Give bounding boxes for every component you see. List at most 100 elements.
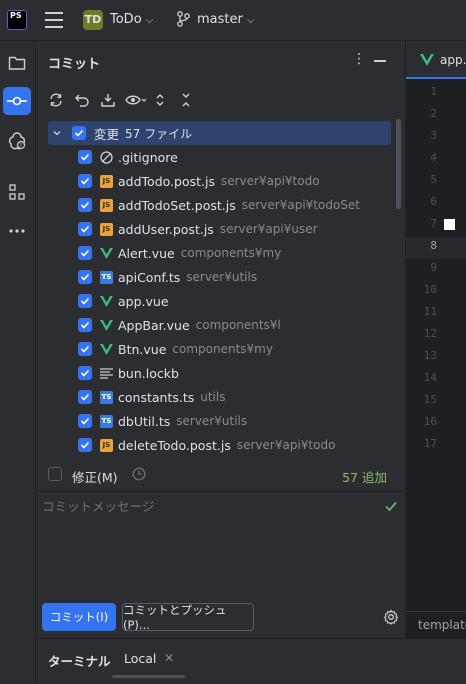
line-number: 12 [423, 327, 437, 340]
amend-row: 修正(M) 57 追加 [48, 465, 393, 485]
line-number: 4 [430, 151, 437, 164]
line-number: 17 [423, 437, 437, 450]
editor-area[interactable]: app. 1234567891011121314151617 template [405, 41, 466, 639]
project-switcher[interactable]: ToDo ⌵ [110, 12, 153, 27]
amend-label[interactable]: 修正(M) [72, 467, 118, 486]
file-row[interactable]: Btn.vue components¥my [48, 337, 391, 361]
project-icon[interactable] [3, 49, 31, 77]
file-row[interactable]: TS dbUtil.ts server¥utils [48, 409, 391, 433]
structure-icon[interactable] [3, 178, 31, 206]
file-path: server¥utils [186, 270, 258, 284]
terminal-tab-local[interactable]: Local [124, 651, 156, 666]
vue-icon [100, 247, 113, 260]
line-number: 15 [423, 393, 437, 406]
commit-and-push-button[interactable]: コミットとプッシュ(P)... [122, 603, 254, 632]
file-name: Btn.vue [118, 341, 167, 357]
changes-group[interactable]: 変更 57 ファイル [48, 121, 391, 145]
file-checkbox[interactable] [78, 294, 92, 308]
commit-message-input[interactable]: コミットメッセージ [42, 496, 402, 596]
commit-panel: コミット ⋮ 変更 57 ファイル .gitignore JS addTodo.post… [36, 41, 404, 638]
file-checkbox[interactable] [78, 198, 92, 212]
js-icon: JS [100, 198, 113, 212]
collapse-all-icon[interactable] [177, 91, 195, 109]
ignore-icon [100, 150, 113, 164]
ts-icon: TS [100, 390, 113, 404]
file-checkbox[interactable] [78, 438, 92, 452]
file-row[interactable]: AppBar.vue components¥l [48, 313, 391, 337]
breadcrumb[interactable]: template [406, 611, 466, 639]
file-name: .gitignore [118, 149, 178, 165]
file-checkbox[interactable] [78, 366, 92, 380]
file-path: server¥api¥todoSet [241, 198, 361, 212]
refresh-icon[interactable] [47, 91, 65, 109]
file-row[interactable]: bun.lockb [48, 361, 391, 385]
file-checkbox[interactable] [78, 246, 92, 260]
file-checkbox[interactable] [78, 414, 92, 428]
project-name: ToDo [110, 12, 142, 27]
commit-icon[interactable] [3, 87, 31, 115]
group-checkbox[interactable] [72, 126, 86, 140]
line-number: 13 [423, 349, 437, 362]
file-path: server¥api¥user [219, 222, 318, 236]
file-checkbox[interactable] [78, 150, 92, 164]
eye-icon[interactable] [125, 91, 147, 109]
file-name: addTodoSet.post.js [118, 197, 236, 213]
minimize-icon[interactable] [374, 60, 386, 62]
gear-icon[interactable] [383, 609, 399, 625]
group-count: 57 ファイル [125, 126, 193, 141]
file-name: addTodo.post.js [118, 173, 215, 189]
file-checkbox[interactable] [78, 318, 92, 332]
branch-switcher[interactable]: master ⌵ [197, 12, 255, 27]
file-row[interactable]: .gitignore [48, 145, 391, 169]
commit-button[interactable]: コミット(I) [42, 603, 116, 631]
tool-window-strip: ? [0, 41, 36, 683]
svg-text:?: ? [19, 143, 22, 149]
rollback-icon[interactable] [73, 91, 91, 109]
file-checkbox[interactable] [78, 270, 92, 284]
file-checkbox[interactable] [78, 342, 92, 356]
chevron-down-icon[interactable] [52, 128, 62, 138]
breadcrumb-item: template [418, 618, 466, 632]
more-vertical-icon[interactable]: ⋮ [352, 51, 366, 67]
tab-label: app. [440, 53, 466, 67]
file-row[interactable]: Alert.vue components¥my [48, 241, 391, 265]
file-row[interactable]: app.vue [48, 289, 391, 313]
main-menu-icon[interactable] [45, 12, 63, 28]
file-checkbox[interactable] [78, 222, 92, 236]
panel-title: コミット [48, 57, 101, 72]
expand-all-icon[interactable] [151, 91, 169, 109]
file-row[interactable]: JS addTodo.post.js server¥api¥todo [48, 169, 391, 193]
editor-tab[interactable]: app. [406, 41, 466, 79]
file-name: deleteTodo.post.js [118, 437, 231, 453]
file-name: dbUtil.ts [118, 413, 171, 429]
file-row[interactable]: JS addTodoSet.post.js server¥api¥todoSet [48, 193, 391, 217]
file-checkbox[interactable] [78, 174, 92, 188]
file-name: bun.lockb [118, 365, 179, 381]
file-name: constants.ts [118, 389, 195, 405]
clock-icon[interactable] [132, 467, 146, 481]
file-path: components¥my [172, 342, 273, 356]
file-row[interactable]: TS apiConf.ts server¥utils [48, 265, 391, 289]
line-number: 6 [430, 195, 437, 208]
ai-assistant-icon[interactable]: ? [3, 127, 31, 155]
project-badge[interactable]: TD [83, 10, 103, 30]
chevron-down-icon: ⌵ [246, 15, 255, 26]
js-icon: JS [100, 174, 113, 188]
more-icon[interactable] [3, 217, 31, 245]
ts-icon: TS [100, 414, 113, 428]
line-number: 7 [430, 217, 437, 230]
file-row[interactable]: JS addUser.post.js server¥api¥user [48, 217, 391, 241]
file-name: apiConf.ts [118, 269, 181, 285]
line-number: 2 [430, 107, 437, 120]
file-checkbox[interactable] [78, 390, 92, 404]
vue-icon [100, 319, 113, 332]
line-number: 11 [423, 305, 437, 318]
file-name: AppBar.vue [118, 317, 190, 333]
file-row[interactable]: TS constants.ts utils [48, 385, 391, 409]
line-number: 5 [430, 173, 437, 186]
shelve-icon[interactable] [99, 91, 117, 109]
file-row[interactable]: JS deleteTodo.post.js server¥api¥todo [48, 433, 391, 457]
close-icon[interactable]: ✕ [164, 651, 174, 665]
amend-checkbox[interactable] [48, 467, 62, 481]
scrollbar[interactable] [396, 119, 401, 209]
